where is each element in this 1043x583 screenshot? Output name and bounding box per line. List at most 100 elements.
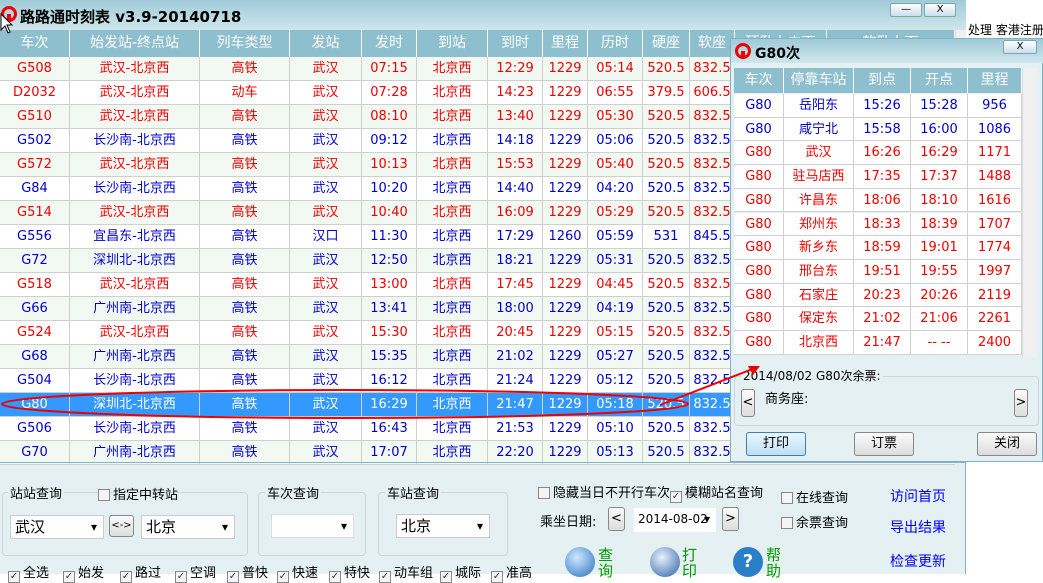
filter-checkbox[interactable]: ✓ 普快	[227, 562, 268, 583]
stop-cell: 18:33	[854, 212, 911, 236]
stop-row[interactable]: G80 保定东 21:02 21:06 2261	[734, 307, 1022, 331]
table-cell: 12:50	[362, 249, 417, 273]
stop-row[interactable]: G80 武汉 16:26 16:29 1171	[734, 141, 1022, 166]
stop-row[interactable]: G80 郑州东 18:33 18:39 1707	[734, 212, 1022, 237]
column-header[interactable]: 到时	[488, 30, 543, 57]
table-cell: 1229	[543, 129, 588, 153]
popup-column-header[interactable]: 里程	[968, 68, 1022, 93]
popup-column-header[interactable]: 停靠车站	[784, 68, 854, 93]
column-header[interactable]: 发站	[290, 30, 362, 57]
popup-column-header[interactable]: 到点	[854, 68, 911, 93]
to-station-select[interactable]: 北京	[141, 515, 235, 539]
close-button[interactable]: X	[924, 3, 956, 17]
filter-checkbox[interactable]: ✓ 路过	[120, 562, 161, 583]
table-cell: 高铁	[200, 57, 290, 81]
stop-row[interactable]: G80 许昌东 18:06 18:10 1616	[734, 188, 1022, 213]
date-next-button[interactable]: >	[722, 507, 739, 531]
table-cell: 武汉-北京西	[70, 321, 200, 345]
column-header[interactable]: 列车类型	[200, 30, 290, 57]
online-query-checkbox[interactable]: 在线查询	[781, 487, 848, 506]
table-cell: 832.5	[690, 177, 735, 201]
update-link[interactable]: 检查更新	[890, 551, 946, 571]
minimize-button[interactable]: —	[890, 3, 922, 17]
stop-row[interactable]: G80 北京西 21:47 -- -- 2400	[734, 331, 1022, 355]
column-header[interactable]: 软座	[690, 30, 735, 57]
stop-cell: 16:00	[911, 117, 968, 141]
table-cell: 高铁	[200, 201, 290, 225]
home-link[interactable]: 访问首页	[890, 486, 946, 506]
table-cell: 武汉-北京西	[70, 273, 200, 297]
column-header[interactable]: 里程	[543, 30, 588, 57]
stop-row[interactable]: G80 驻马店西 17:35 17:37 1488	[734, 165, 1022, 189]
popup-close-icon[interactable]: X	[1003, 40, 1037, 54]
table-cell: 17:45	[488, 273, 543, 297]
column-header[interactable]: 到站	[417, 30, 488, 57]
table-cell: 21:53	[488, 417, 543, 441]
swap-button[interactable]: <->	[109, 515, 134, 537]
table-cell: 10:13	[362, 153, 417, 177]
filter-checkbox[interactable]: ✓ 特快	[329, 562, 370, 583]
date-prev-button[interactable]: <	[608, 507, 625, 531]
table-cell: 武汉	[290, 201, 362, 225]
table-cell: G506	[0, 417, 70, 441]
fuzzy-checkbox[interactable]: ✓ 模糊站名查询	[670, 482, 763, 503]
date-select[interactable]: 2014-08-02	[634, 508, 716, 532]
table-cell: 广州南-北京西	[70, 345, 200, 369]
stop-row[interactable]: G80 岳阳东 15:26 15:28 956	[734, 94, 1022, 118]
popup-close-button[interactable]: 关闭	[977, 432, 1037, 456]
help-icon[interactable]: ?	[733, 547, 763, 577]
from-station-select[interactable]: 武汉	[10, 515, 104, 539]
filter-checkbox[interactable]: ✓ 全选	[8, 562, 49, 583]
popup-scrollbar[interactable]	[1022, 68, 1037, 358]
popup-column-header[interactable]: 开点	[911, 68, 968, 93]
filter-checkbox[interactable]: ✓ 快速	[277, 562, 318, 583]
stop-row[interactable]: G80 石家庄 20:23 20:26 2119	[734, 283, 1022, 308]
table-cell: 高铁	[200, 393, 290, 417]
table-cell: 520.5	[643, 177, 690, 201]
column-header[interactable]: 硬座	[643, 30, 690, 57]
export-link[interactable]: 导出结果	[890, 517, 946, 537]
stop-row[interactable]: G80 邢台东 19:51 19:55 1997	[734, 259, 1022, 284]
help-button[interactable]: 帮助	[766, 547, 782, 579]
ticket-query-checkbox[interactable]: 余票查询	[781, 512, 848, 531]
table-cell: 北京西	[417, 249, 488, 273]
search-button[interactable]: 查询	[598, 547, 614, 579]
table-cell: 高铁	[200, 177, 290, 201]
filter-checkbox[interactable]: ✓ 始发	[63, 562, 104, 583]
printer-icon[interactable]	[650, 547, 680, 577]
search-icon[interactable]	[565, 547, 595, 577]
column-header[interactable]: 车次	[0, 30, 70, 57]
table-cell: G502	[0, 129, 70, 153]
stop-cell: 20:26	[911, 283, 968, 307]
filter-checkbox[interactable]: ✓ 城际	[440, 562, 481, 583]
column-header[interactable]: 发时	[362, 30, 417, 57]
stop-cell: G80	[734, 117, 784, 141]
stop-row[interactable]: G80 新乡东 18:59 19:01 1774	[734, 236, 1022, 260]
column-header[interactable]: 始发站-终点站	[70, 30, 200, 57]
popup-print-button[interactable]: 打印	[746, 432, 806, 456]
table-cell: 北京西	[417, 369, 488, 393]
seat-next-button[interactable]: >	[1014, 389, 1028, 417]
table-cell: 北京西	[417, 153, 488, 177]
seat-prev-button[interactable]: <	[741, 389, 755, 417]
filter-checkbox[interactable]: ✓ 动车组	[379, 562, 433, 583]
print-button[interactable]: 打印	[682, 547, 698, 579]
popup-book-button[interactable]: 订票	[854, 432, 914, 456]
popup-column-header[interactable]: 车次	[734, 68, 784, 93]
table-cell: 武汉	[290, 81, 362, 105]
transfer-checkbox[interactable]: 指定中转站	[98, 484, 178, 503]
table-cell: G524	[0, 321, 70, 345]
stop-row[interactable]: G80 咸宁北 15:58 16:00 1086	[734, 117, 1022, 142]
table-cell: 武汉	[290, 105, 362, 129]
table-cell: 520.5	[643, 393, 690, 417]
table-cell: G72	[0, 249, 70, 273]
table-cell: 武汉	[290, 321, 362, 345]
table-cell: 832.5	[690, 273, 735, 297]
filter-checkbox[interactable]: ✓ 准高	[491, 562, 532, 583]
stop-station-select[interactable]: 北京	[396, 514, 490, 538]
filter-checkbox[interactable]: ✓ 空调	[175, 562, 216, 583]
column-header[interactable]: 历时	[588, 30, 643, 57]
hide-not-running-checkbox[interactable]: 隐藏当日不开行车次	[538, 482, 670, 501]
train-number-input[interactable]	[271, 514, 354, 538]
table-cell: 16:43	[362, 417, 417, 441]
